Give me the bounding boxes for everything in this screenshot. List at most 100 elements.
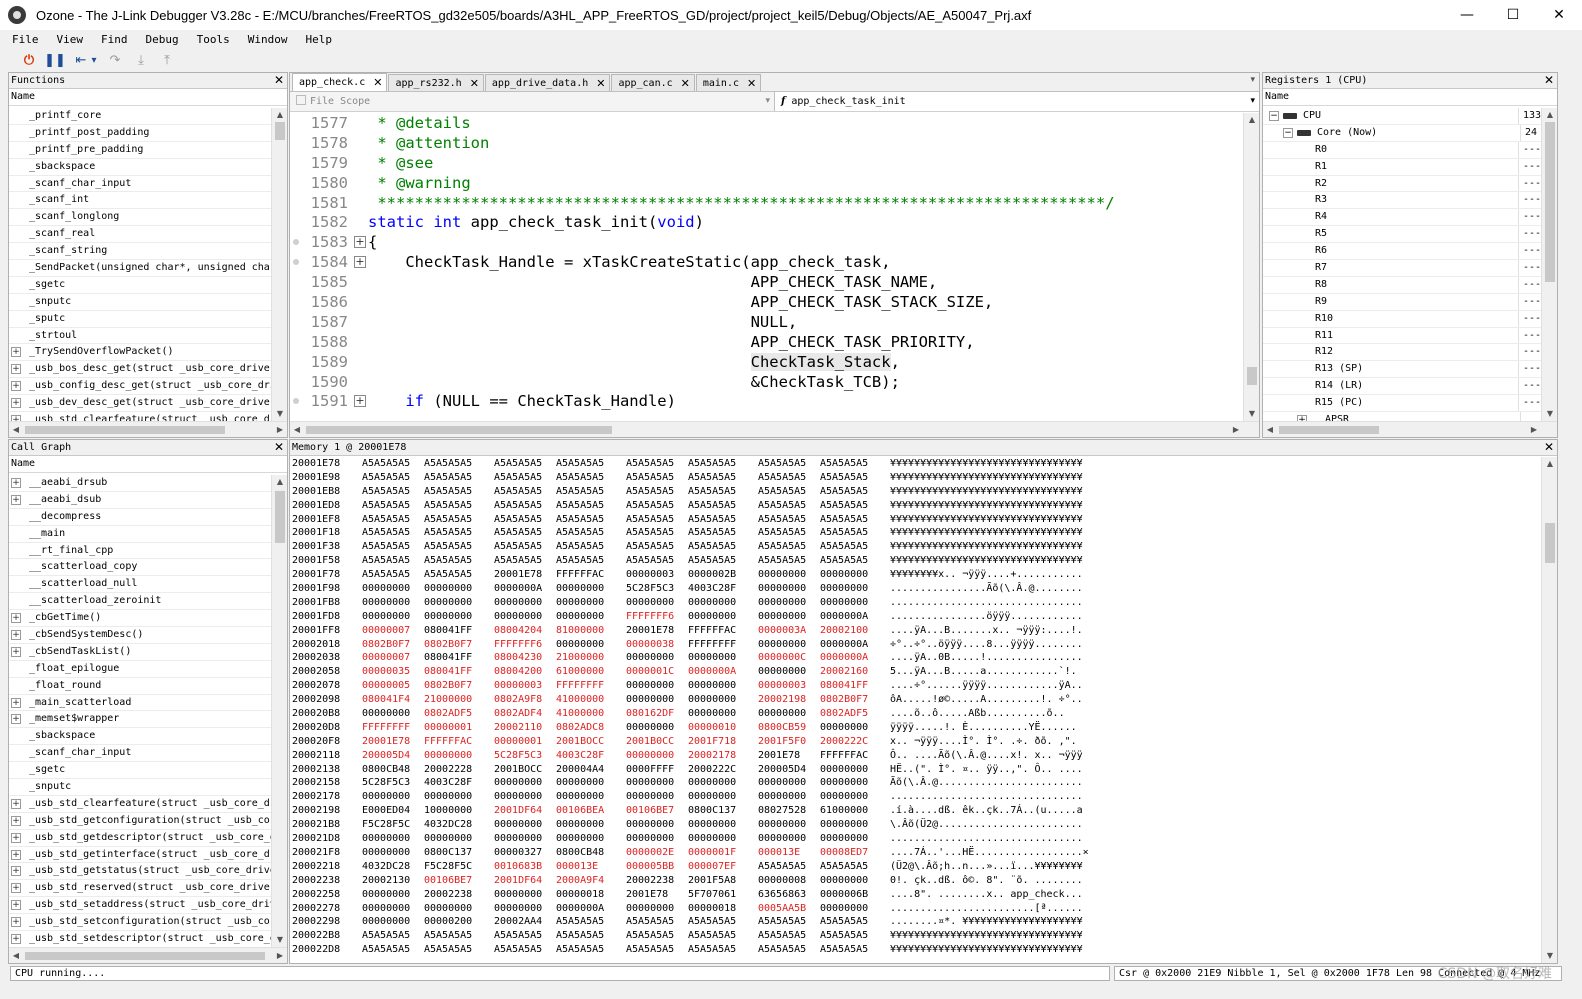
- column-header-name[interactable]: Name: [9, 456, 287, 473]
- memory-word[interactable]: 41000000: [556, 693, 618, 707]
- register-row[interactable]: R10 ---: [1263, 310, 1541, 328]
- memory-word[interactable]: A5A5A5A5: [424, 471, 486, 485]
- memory-word[interactable]: FFFFFFF6: [626, 610, 688, 624]
- list-item[interactable]: _sbackspace: [9, 159, 271, 176]
- memory-word[interactable]: A5A5A5A5: [362, 513, 424, 527]
- memory-word[interactable]: 00000000: [758, 818, 820, 832]
- memory-word[interactable]: 0000002E: [626, 846, 688, 860]
- step-out-icon[interactable]: ⤒: [158, 51, 176, 69]
- memory-word[interactable]: 00000000: [820, 776, 882, 790]
- list-item[interactable]: _scanf_int: [9, 192, 271, 210]
- memory-word[interactable]: A5A5A5A5: [820, 540, 882, 554]
- scroll-left-icon[interactable]: ◀: [9, 948, 23, 963]
- menu-debug[interactable]: Debug: [134, 33, 185, 46]
- list-item[interactable]: + _usb_std_getstatus(struct _usb_core_dri…: [9, 863, 271, 881]
- register-row[interactable]: R11 ---: [1263, 327, 1541, 345]
- memory-word[interactable]: 00000000: [688, 679, 750, 693]
- memory-word[interactable]: 00000000: [556, 832, 618, 846]
- memory-word[interactable]: 00000000: [362, 596, 424, 610]
- memory-word[interactable]: FFFFFFAC: [556, 568, 618, 582]
- close-icon[interactable]: ✕: [274, 73, 284, 88]
- memory-word[interactable]: 00000000: [362, 610, 424, 624]
- expand-icon[interactable]: +: [11, 714, 21, 725]
- memory-word[interactable]: 00000000: [758, 596, 820, 610]
- scroll-thumb[interactable]: [1545, 122, 1555, 282]
- scroll-up-icon[interactable]: ▲: [272, 475, 287, 489]
- expand-icon[interactable]: +: [11, 866, 21, 877]
- expand-icon[interactable]: +: [11, 832, 21, 843]
- memory-word[interactable]: A5A5A5A5: [626, 915, 688, 929]
- scroll-up-icon[interactable]: ▲: [272, 108, 287, 122]
- close-icon[interactable]: ✕: [470, 77, 479, 90]
- memory-word[interactable]: A5A5A5A5: [362, 526, 424, 540]
- memory-word[interactable]: 00000000: [424, 596, 486, 610]
- memory-word[interactable]: A5A5A5A5: [688, 513, 750, 527]
- memory-word[interactable]: A5A5A5A5: [494, 526, 556, 540]
- memory-word[interactable]: A5A5A5A5: [556, 513, 618, 527]
- memory-word[interactable]: 00000000: [494, 790, 556, 804]
- register-value[interactable]: ---: [1519, 243, 1541, 259]
- memory-word[interactable]: 41000000: [556, 707, 618, 721]
- memory-word[interactable]: 0800C137: [688, 804, 750, 818]
- memory-word[interactable]: 00000005: [362, 679, 424, 693]
- memory-word[interactable]: 00000000: [494, 902, 556, 916]
- memory-word[interactable]: 00000000: [362, 832, 424, 846]
- breakpoint-gutter[interactable]: [290, 259, 302, 266]
- memory-row[interactable]: 20001F18 A5A5A5A5 A5A5A5A5 A5A5A5A5 A5A5A5A5…: [290, 526, 1541, 540]
- memory-word[interactable]: 080041FF: [424, 651, 486, 665]
- close-icon[interactable]: ✕: [1544, 73, 1554, 88]
- memory-row[interactable]: 20002198 E000ED04 10000000 2001DF64 00106BEA…: [290, 804, 1541, 818]
- list-item[interactable]: _sbackspace: [9, 728, 271, 746]
- minimize-button[interactable]: —: [1444, 0, 1490, 30]
- breakpoint-dot-icon[interactable]: [293, 398, 299, 405]
- scroll-left-icon[interactable]: ◀: [9, 422, 23, 437]
- memory-word[interactable]: 00000000: [688, 776, 750, 790]
- register-row[interactable]: R14 (LR) ---: [1263, 378, 1541, 396]
- memory-word[interactable]: 20002AA4: [494, 915, 556, 929]
- call-graph-hscrollbar[interactable]: ◀ ▶: [9, 947, 287, 963]
- memory-word[interactable]: F5C28F5C: [362, 818, 424, 832]
- list-item[interactable]: _printf_core: [9, 108, 271, 125]
- register-row[interactable]: R1 ---: [1263, 158, 1541, 176]
- memory-word[interactable]: FFFFFFAC: [820, 749, 882, 763]
- memory-word[interactable]: A5A5A5A5: [424, 554, 486, 568]
- memory-row[interactable]: 20001F98 00000000 00000000 0000000A 00000000…: [290, 582, 1541, 596]
- functions-vscrollbar[interactable]: ▲ ▼: [271, 108, 287, 421]
- register-value[interactable]: ---: [1519, 361, 1541, 377]
- register-row[interactable]: − Core (Now) 24: [1263, 124, 1541, 142]
- list-item[interactable]: + _TrySendOverflowPacket(): [9, 344, 271, 362]
- list-item[interactable]: + __aeabi_drsub: [9, 475, 271, 492]
- memory-word[interactable]: 00000000: [688, 818, 750, 832]
- list-item[interactable]: + _usb_dev_desc_get(struct _usb_core_driv…: [9, 395, 271, 413]
- memory-word[interactable]: 00106BE7: [424, 874, 486, 888]
- memory-row[interactable]: 200021F8 00000000 0800C137 00000327 0800CB48…: [290, 846, 1541, 860]
- list-item[interactable]: + _cbSendSystemDesc(): [9, 627, 271, 644]
- memory-word[interactable]: 0802B0F7: [424, 679, 486, 693]
- memory-word[interactable]: A5A5A5A5: [626, 471, 688, 485]
- memory-word[interactable]: FFFFFFFF: [688, 638, 750, 652]
- memory-word[interactable]: A5A5A5A5: [626, 499, 688, 513]
- memory-word[interactable]: 61000000: [820, 804, 882, 818]
- memory-word[interactable]: 00000000: [758, 610, 820, 624]
- expand-icon[interactable]: +: [11, 933, 21, 944]
- memory-word[interactable]: A5A5A5A5: [362, 943, 424, 957]
- menu-view[interactable]: View: [45, 33, 90, 46]
- memory-row[interactable]: 20002038 00000007 080041FF 08004230 21000000…: [290, 651, 1541, 665]
- pause-icon[interactable]: ❚❚: [44, 51, 66, 69]
- memory-word[interactable]: A5A5A5A5: [556, 554, 618, 568]
- memory-row[interactable]: 200020F8 20001E78 FFFFFFAC 00000001 2001BOCC…: [290, 735, 1541, 749]
- memory-word[interactable]: A5A5A5A5: [758, 513, 820, 527]
- scroll-left-icon[interactable]: ◀: [1263, 422, 1277, 437]
- memory-word[interactable]: A5A5A5A5: [362, 471, 424, 485]
- list-item[interactable]: + _usb_std_reserved(struct _usb_core_driv…: [9, 880, 271, 898]
- register-row[interactable]: R4 ---: [1263, 209, 1541, 227]
- memory-word[interactable]: 00000000: [362, 582, 424, 596]
- memory-word[interactable]: 21000000: [424, 693, 486, 707]
- memory-word[interactable]: 00000000: [494, 776, 556, 790]
- list-item[interactable]: _float_round: [9, 678, 271, 695]
- memory-word[interactable]: 080162DF: [626, 707, 688, 721]
- memory-word[interactable]: 20002130: [362, 874, 424, 888]
- register-value[interactable]: ---: [1519, 142, 1541, 158]
- tab-app-check-c[interactable]: app_check.c ✕: [292, 73, 388, 91]
- list-item[interactable]: + _cbGetTime(): [9, 610, 271, 628]
